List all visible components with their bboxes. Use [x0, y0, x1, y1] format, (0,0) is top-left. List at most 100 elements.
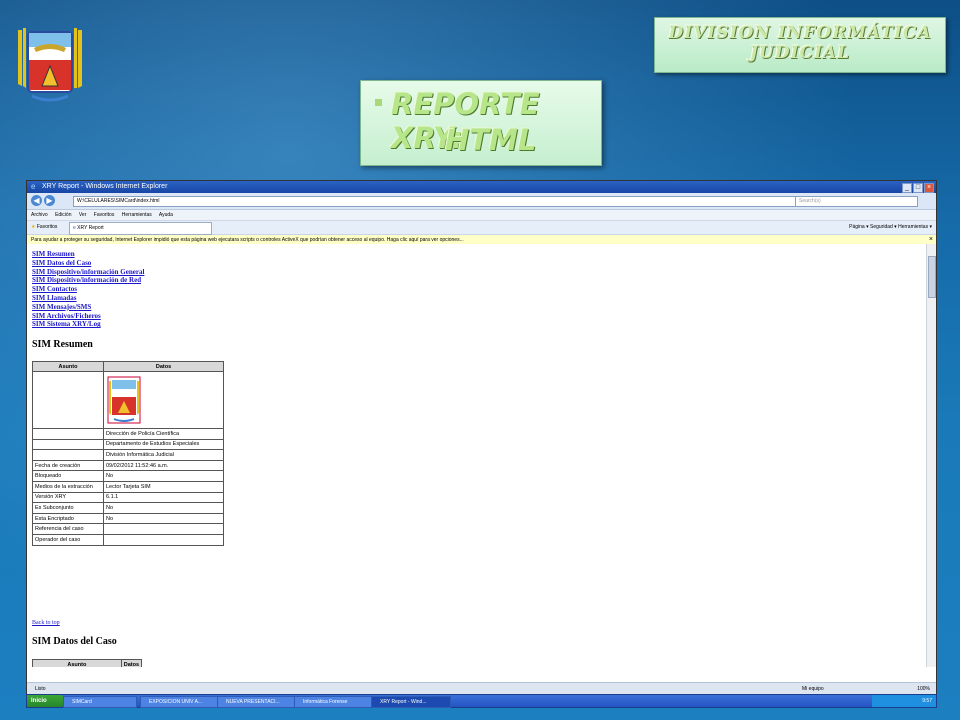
table-row: Medios de la extracción Lector Tarjeta SI… — [32, 480, 224, 493]
division-title-box: DIVISION INFORMÁTICA JUDICIAL — [654, 17, 946, 73]
cell-asunto — [32, 449, 104, 461]
cell-asunto — [32, 438, 104, 451]
cell-datos: 09/02/2012 11:52:46 a.m. — [103, 459, 224, 472]
back-arrow-icon[interactable]: ◀ — [31, 195, 42, 206]
header-asunto: Asunto — [32, 659, 122, 667]
datos-caso-table: Asunto Datos Referencia del casoIdentifi… — [32, 659, 143, 667]
crest-logo — [18, 28, 82, 102]
report-title-box: REPORTE XRY: HTML — [360, 80, 602, 166]
back-to-top-link-1[interactable]: Back to top — [32, 620, 60, 626]
cell-asunto: Referencia del caso — [32, 523, 104, 535]
cell-datos: No — [103, 502, 224, 514]
link-sim-resumen[interactable]: SIM Resumen — [32, 250, 144, 259]
link-sim-info-general[interactable]: SIM Dispositivo/información General — [32, 268, 144, 277]
link-sim-sistema-log[interactable]: SIM Sistema XRY/Log — [32, 320, 144, 329]
table-row: Operador del caso — [32, 533, 224, 546]
cell-datos — [103, 533, 224, 546]
link-sim-info-red[interactable]: SIM Dispositivo/información de Red — [32, 276, 144, 285]
ie-icon: e — [31, 182, 36, 191]
cell-datos: División Informática Judicial — [103, 449, 224, 461]
table-row: Departamento de Estudios Especiales — [32, 438, 224, 451]
window-titlebar: e XRY Report - Windows Internet Explorer … — [27, 181, 936, 193]
table-row: Versión XRY 6.1.1 — [32, 491, 224, 504]
cell-datos: Dirección de Policía Científica — [103, 428, 224, 440]
crest-thumbnail — [107, 376, 141, 424]
section-title-datos-caso: SIM Datos del Caso — [32, 636, 117, 647]
table-row: Fecha de creación 09/02/2012 11:52:46 a.m… — [32, 459, 224, 472]
menu-herramientas[interactable]: Herramientas — [122, 212, 152, 218]
cell-asunto: Bloqueado — [32, 470, 104, 482]
cell-asunto: Es Subconjunto — [32, 502, 104, 514]
minimize-button[interactable]: _ — [902, 183, 912, 193]
cell-asunto: Versión XRY — [32, 491, 104, 504]
header-asunto: Asunto — [32, 361, 104, 372]
address-field[interactable]: W:\CELULARES\SIMCard\index.html — [73, 196, 798, 207]
cell-asunto: Operador del caso — [32, 533, 104, 546]
task-xry-report[interactable]: XRY Report - Wind... — [371, 696, 451, 708]
menu-ver[interactable]: Ver — [79, 212, 87, 218]
menu-edicion[interactable]: Edición — [55, 212, 71, 218]
bullet-icon — [375, 99, 382, 106]
browser-window: e XRY Report - Windows Internet Explorer … — [26, 180, 937, 696]
division-title-line2: JUDICIAL — [749, 43, 851, 63]
cell-datos — [103, 523, 224, 535]
link-sim-llamadas[interactable]: SIM Llamadas — [32, 294, 144, 303]
task-simcard[interactable]: SIMCard — [63, 696, 137, 708]
cell-asunto: Fecha de creación — [32, 459, 104, 472]
search-input[interactable]: Search(s) — [795, 196, 918, 207]
page-content: SIM Resumen SIM Datos del Caso SIM Dispo… — [27, 244, 926, 667]
menu-bar: Archivo Edición Ver Favoritos Herramient… — [27, 210, 936, 221]
task-informatica-forense[interactable]: Informática Forense — [294, 696, 372, 708]
table-row: División Informática Judicial — [32, 449, 224, 461]
table-row: Es Subconjunto No — [32, 502, 224, 514]
star-icon: ★ — [31, 224, 36, 230]
address-bar-row: ◀ ▶ W:\CELULARES\SIMCard\index.html Sear… — [27, 193, 936, 210]
favorites-label: Favoritos — [36, 224, 58, 230]
cell-asunto: Medios de la extracción — [32, 480, 104, 493]
table-row: Referencia del caso — [32, 523, 224, 535]
infobar-text: Para ayudar a proteger su seguridad, Int… — [31, 237, 464, 243]
table-header-row: Asunto Datos — [32, 659, 143, 667]
link-sim-mensajes[interactable]: SIM Mensajes/SMS — [32, 303, 144, 312]
resumen-table: Asunto Datos Dirección de Policía Cientí… — [32, 361, 224, 546]
section-nav-links: SIM Resumen SIM Datos del Caso SIM Dispo… — [32, 250, 144, 329]
link-sim-contactos[interactable]: SIM Contactos — [32, 285, 144, 294]
table-row: Bloqueado No — [32, 470, 224, 482]
vertical-scrollbar[interactable] — [926, 244, 936, 667]
cell-asunto: Esta Encriptado — [32, 512, 104, 525]
cell-datos: No — [103, 470, 224, 482]
forward-arrow-icon[interactable]: ▶ — [44, 195, 55, 206]
favorites-bar: ★ Favoritos e XRY Report Página ▾ Seguri… — [27, 221, 936, 235]
window-title: XRY Report - Windows Internet Explorer — [42, 183, 168, 190]
section-title-resumen: SIM Resumen — [32, 339, 93, 350]
table-row-logo — [32, 371, 224, 429]
header-datos: Datos — [120, 659, 143, 667]
division-title-line1: DIVISION INFORMÁTICA — [668, 23, 932, 43]
close-button[interactable]: × — [924, 183, 934, 193]
table-cell — [32, 371, 104, 429]
tab-xry-report[interactable]: e XRY Report — [69, 222, 212, 235]
table-cell-logo — [103, 371, 224, 429]
cell-asunto — [32, 428, 104, 440]
maximize-button[interactable]: □ — [913, 183, 923, 193]
table-row: Dirección de Policía Científica — [32, 428, 224, 440]
task-nueva-presentacion[interactable]: NUEVA PRESENTACI... — [217, 696, 295, 708]
report-title-line2: HTML — [445, 123, 537, 157]
table-row: Esta Encriptado No — [32, 512, 224, 525]
cell-datos: Departamento de Estudios Especiales — [103, 438, 224, 451]
table-header-row: Asunto Datos — [32, 361, 224, 372]
system-tray-clock: 9:57 — [872, 695, 936, 707]
menu-ayuda[interactable]: Ayuda — [159, 212, 173, 218]
header-datos: Datos — [103, 361, 224, 372]
menu-favoritos[interactable]: Favoritos — [94, 212, 115, 218]
start-button[interactable]: Inicio — [27, 695, 65, 707]
command-bar-tools[interactable]: Página ▾ Seguridad ▾ Herramientas ▾ — [849, 221, 932, 234]
menu-archivo[interactable]: Archivo — [31, 212, 48, 218]
taskbar: Inicio SIMCard EXPOSICION UNIV A... NUEV… — [26, 694, 937, 708]
cell-datos: Lector Tarjeta SIM — [103, 480, 224, 493]
favorites-button[interactable]: ★ Favoritos — [31, 221, 57, 234]
scrollbar-thumb[interactable] — [928, 256, 936, 298]
link-sim-datos-caso[interactable]: SIM Datos del Caso — [32, 259, 144, 268]
link-sim-archivos[interactable]: SIM Archivos/Ficheros — [32, 312, 144, 321]
task-exposicion[interactable]: EXPOSICION UNIV A... — [140, 696, 218, 708]
